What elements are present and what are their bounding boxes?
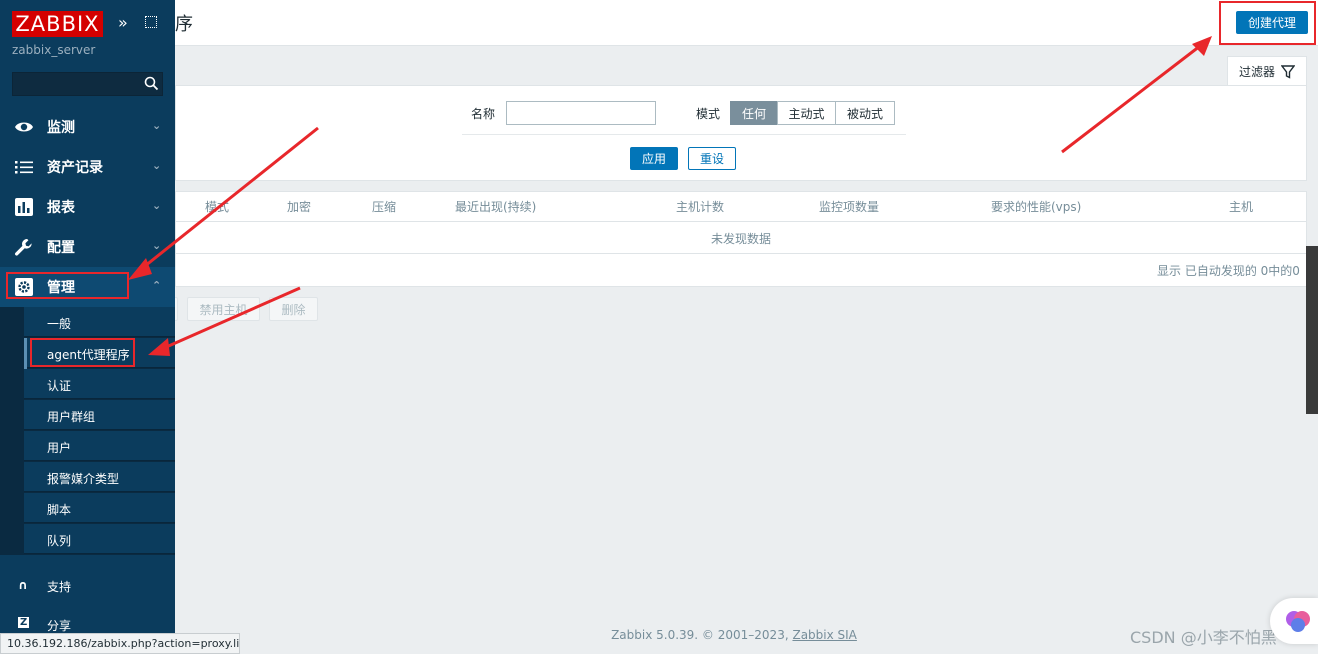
submenu-general[interactable]: 一般 bbox=[24, 307, 175, 337]
menu-label: 配置 bbox=[47, 240, 75, 256]
no-data-message: 未发现数据 bbox=[710, 232, 771, 246]
submenu-label: 队列 bbox=[47, 534, 72, 548]
apply-button[interactable]: 应用 bbox=[630, 147, 678, 170]
menu-label: 报表 bbox=[47, 200, 75, 216]
menu-inventory[interactable]: 资产记录 ⌄ bbox=[0, 147, 175, 187]
page-header: 序 创建代理 bbox=[0, 0, 1318, 46]
submenu-label: 认证 bbox=[47, 379, 72, 393]
menu-label: 资产记录 bbox=[47, 160, 103, 176]
admin-menu-highlight bbox=[6, 272, 129, 299]
mode-passive-option[interactable]: 被动式 bbox=[835, 101, 895, 125]
proxy-submenu-highlight bbox=[30, 338, 135, 367]
chevron-down-icon: ⌄ bbox=[152, 159, 162, 172]
eye-icon bbox=[15, 122, 33, 132]
column-compression: 压缩 bbox=[372, 200, 397, 214]
submenu-queue[interactable]: 队列 bbox=[24, 524, 175, 554]
share-icon: Z bbox=[18, 617, 30, 628]
delete-button[interactable]: 删除 bbox=[269, 297, 318, 321]
submenu-media-types[interactable]: 报警媒介类型 bbox=[24, 462, 175, 492]
column-required-vps: 要求的性能(vps) bbox=[991, 200, 1082, 214]
watermark: CSDN @小李不怕黑 bbox=[1130, 628, 1277, 647]
submenu-label: 报警媒介类型 bbox=[47, 472, 120, 486]
mode-any-option[interactable]: 任何 bbox=[730, 101, 778, 125]
column-host-count: 主机计数 bbox=[676, 200, 725, 214]
column-hosts: 主机 bbox=[1229, 200, 1254, 214]
submenu-authentication[interactable]: 认证 bbox=[24, 369, 175, 399]
menu-support[interactable]: ∩ 支持 bbox=[0, 570, 175, 602]
funnel-icon bbox=[1281, 64, 1295, 79]
column-last-seen: 最近出现(持续) bbox=[455, 200, 537, 214]
mode-label: 模式 bbox=[696, 107, 721, 121]
page-title: 序 bbox=[175, 14, 193, 35]
wrench-icon bbox=[15, 239, 32, 256]
submenu-label: 用户群组 bbox=[47, 410, 96, 424]
headset-icon: ∩ bbox=[18, 578, 28, 592]
chevron-down-icon: ⌄ bbox=[152, 239, 162, 252]
list-icon bbox=[15, 161, 33, 174]
submenu-label: 脚本 bbox=[47, 503, 72, 517]
filter-tab-label: 过滤器 bbox=[1238, 65, 1275, 79]
selected-indicator bbox=[24, 338, 27, 369]
status-bar-url: 10.36.192.186/zabbix.php?action=proxy.li… bbox=[0, 633, 240, 654]
table-stats: 显示 已自动发现的 0中的0 bbox=[1157, 264, 1300, 278]
name-label: 名称 bbox=[471, 107, 496, 121]
brain-icon bbox=[1286, 611, 1310, 632]
side-decoration bbox=[1306, 246, 1318, 414]
menu-label: 支持 bbox=[47, 580, 72, 594]
chevron-up-icon: ⌃ bbox=[152, 279, 162, 292]
column-mode[interactable]: 模式 bbox=[205, 198, 229, 215]
filter-panel bbox=[175, 85, 1307, 181]
bar-chart-icon bbox=[15, 198, 33, 216]
row-divider bbox=[175, 253, 1307, 254]
mode-active-option[interactable]: 主动式 bbox=[777, 101, 836, 125]
footer-text: Zabbix 5.0.39. © 2001–2023, bbox=[611, 628, 793, 642]
submenu-users[interactable]: 用户 bbox=[24, 431, 175, 461]
filter-divider bbox=[462, 134, 906, 135]
menu-label: 分享 bbox=[47, 619, 72, 633]
create-button-highlight bbox=[1219, 1, 1316, 45]
name-input[interactable] bbox=[506, 101, 656, 125]
collapse-sidebar-icon[interactable]: » bbox=[118, 13, 128, 32]
chevron-down-icon: ⌄ bbox=[152, 119, 162, 132]
header-divider bbox=[175, 221, 1307, 222]
menu-configuration[interactable]: 配置 ⌄ bbox=[0, 227, 175, 267]
server-name: zabbix_server bbox=[12, 43, 96, 57]
reset-button[interactable]: 重设 bbox=[688, 147, 736, 170]
submenu-label: 用户 bbox=[47, 441, 72, 455]
submenu-user-groups[interactable]: 用户群组 bbox=[24, 400, 175, 430]
assistant-icon[interactable] bbox=[1270, 598, 1318, 644]
menu-monitoring[interactable]: 监测 ⌄ bbox=[0, 107, 175, 147]
search-input[interactable] bbox=[12, 72, 163, 96]
chevron-down-icon: ⌄ bbox=[152, 199, 162, 212]
kiosk-mode-icon[interactable] bbox=[145, 16, 157, 28]
menu-label: 监测 bbox=[47, 120, 75, 136]
column-item-count: 监控项数量 bbox=[819, 200, 880, 214]
disable-hosts-button[interactable]: 禁用主机 bbox=[187, 297, 260, 321]
submenu-label: 一般 bbox=[47, 317, 72, 331]
footer-link[interactable]: Zabbix SIA bbox=[792, 628, 856, 642]
submenu-scripts[interactable]: 脚本 bbox=[24, 493, 175, 523]
zabbix-logo[interactable]: ZABBIX bbox=[12, 11, 103, 37]
menu-reports[interactable]: 报表 ⌄ bbox=[0, 187, 175, 227]
search-icon[interactable] bbox=[144, 76, 159, 91]
filter-tab[interactable]: 过滤器 bbox=[1227, 56, 1307, 86]
column-encryption: 加密 bbox=[287, 200, 312, 214]
